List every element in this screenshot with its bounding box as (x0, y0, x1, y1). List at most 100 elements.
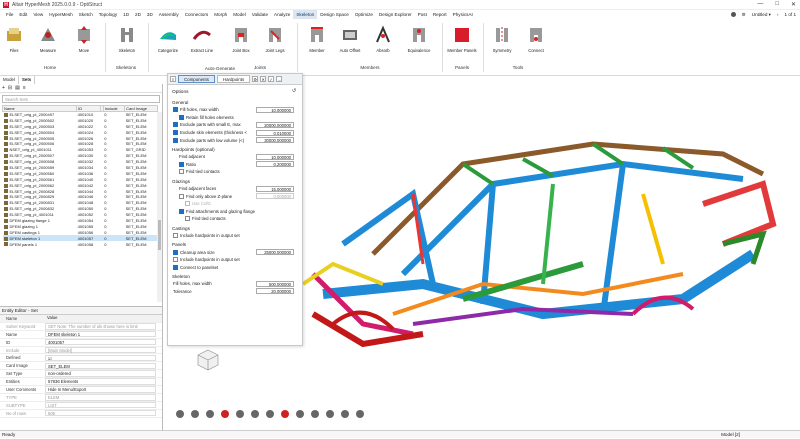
categorize-tool[interactable]: Categorize (154, 25, 182, 53)
auto-offset-tool[interactable]: Auto Offset (336, 25, 364, 53)
section-icon[interactable] (281, 410, 289, 418)
measure-tool[interactable]: Measure (36, 25, 60, 53)
menu-physicsai[interactable]: PhysicsAI (450, 10, 476, 19)
user-icon[interactable] (730, 12, 736, 17)
option-checkbox[interactable] (173, 130, 178, 136)
option-value-field[interactable]: 20.000000 (256, 288, 294, 295)
check-icon[interactable]: ✓ (268, 76, 275, 82)
files-tool[interactable]: Files (4, 25, 24, 53)
close-icon[interactable]: ✕ (260, 76, 267, 82)
editor-value[interactable]: 4001057 (45, 338, 156, 346)
editor-value[interactable]: Hide In Menu/Export (45, 386, 156, 393)
close-button[interactable]: ✕ (791, 1, 796, 8)
tab-hardpoints[interactable]: Hardpoints (216, 75, 251, 83)
reset-icon[interactable]: ↺ (292, 89, 296, 94)
skeleton-tool[interactable]: Skeleton (114, 25, 140, 53)
pan-icon[interactable] (191, 410, 199, 418)
menu-design-explorer[interactable]: Design Explorer (376, 10, 415, 19)
shade-icon[interactable] (236, 410, 244, 418)
option-checkbox[interactable] (173, 257, 178, 263)
option-value-field[interactable]: 30000.000000 (256, 137, 294, 144)
option-checkbox[interactable] (179, 208, 184, 214)
option-checkbox[interactable] (173, 264, 178, 270)
display-icon[interactable] (341, 410, 349, 418)
table-row[interactable]: ELSET_orig_pl_2000831 4001048 0 SET_ELEM (3, 200, 158, 206)
option-checkbox[interactable] (185, 216, 190, 222)
option-checkbox[interactable] (179, 169, 184, 175)
view-cube[interactable] (196, 348, 220, 372)
menu-assembly[interactable]: Assembly (156, 10, 182, 19)
menu-topology[interactable]: Topology (96, 10, 120, 19)
connect-tool[interactable]: Connect (522, 25, 550, 53)
menu-analyze[interactable]: Analyze (271, 10, 293, 19)
option-value-field[interactable]: 10.000000 (256, 106, 294, 113)
filter-icon[interactable]: ⊟ (8, 85, 12, 91)
option-checkbox[interactable] (179, 161, 184, 167)
joint-box-tool[interactable]: Joint Box (228, 25, 254, 53)
table-row[interactable]: ELSET_orig_pl_2000829 4001046 0 SET_ELEM (3, 194, 158, 200)
member-panels-tool[interactable]: Member Panels (445, 25, 479, 53)
table-row[interactable]: ELSET_orig_pl_4001011 4001052 0 SET_ELEM (3, 212, 158, 218)
table-row[interactable]: ELSET_orig_pl_2000507 4001030 0 SET_ELEM (3, 153, 158, 159)
axis-icon[interactable] (296, 410, 304, 418)
gear-icon[interactable]: ⚙ (252, 76, 259, 82)
menu-post[interactable]: Post (415, 10, 430, 19)
session-dropdown[interactable]: Untitled ▾ (752, 12, 771, 18)
table-row[interactable]: ELSET_orig_pl_2000561 4001040 0 SET_ELEM (3, 176, 158, 182)
menu-optimize[interactable]: Optimize (352, 10, 376, 19)
camera-icon[interactable] (326, 410, 334, 418)
menu-hypermesh[interactable]: HyperMesh (46, 10, 76, 19)
editor-value[interactable]: ☑ (45, 354, 156, 362)
option-checkbox[interactable] (173, 249, 178, 255)
menu-icon[interactable]: ≡ (170, 76, 176, 82)
fit-icon[interactable] (221, 410, 229, 418)
rotate-icon[interactable] (176, 410, 184, 418)
table-row[interactable]: ELSET_orig_pl_2000503 4001022 0 SET_ELEM (3, 123, 158, 129)
option-checkbox[interactable] (179, 114, 184, 120)
light-icon[interactable] (311, 410, 319, 418)
table-row[interactable]: ELSET_orig_pl_2000505 4001026 0 SET_ELEM (3, 135, 158, 141)
table-row[interactable]: ELSET_orig_pl_2000560 4001036 0 SET_ELEM (3, 170, 158, 176)
option-checkbox[interactable] (173, 233, 178, 239)
table-row[interactable]: ELSET_orig_pl_2000497 4001010 0 SET_ELEM (3, 112, 158, 118)
menu-3d[interactable]: 3D (144, 10, 156, 19)
minimize-button[interactable]: — (757, 1, 763, 8)
settings-icon[interactable] (356, 410, 364, 418)
table-row[interactable]: ELSET_orig_pl_2000504 4001024 0 SET_ELEM (3, 129, 158, 135)
option-checkbox[interactable] (179, 193, 184, 199)
option-checkbox[interactable] (173, 107, 178, 113)
move-tool[interactable]: Move (72, 25, 96, 53)
menu-view[interactable]: View (30, 10, 46, 19)
menu-2d[interactable]: 2D (132, 10, 144, 19)
menu-skeleton[interactable]: Skeleton (293, 10, 318, 19)
search-input[interactable]: Search Sets (2, 95, 160, 103)
editor-value[interactable]: 57836 Elements (45, 378, 156, 385)
gear-icon[interactable]: ⚙ (742, 12, 746, 18)
editor-value[interactable]: SET_ELEM (45, 362, 156, 370)
table-row[interactable]: ELSET_orig_pl_2000832 4001050 0 SET_ELEM (3, 206, 158, 212)
zoom-icon[interactable] (206, 410, 214, 418)
table-row[interactable]: DFEM skeleton 1 4001057 0 SET_ELEM (2, 235, 158, 242)
clip-icon[interactable] (266, 410, 274, 418)
option-checkbox[interactable] (173, 137, 178, 143)
option-checkbox[interactable] (173, 122, 178, 128)
table-row[interactable]: DFEM panels 1 4001058 0 SET_ELEM (3, 241, 158, 247)
editor-value[interactable]: non-ordered (45, 370, 156, 377)
menu-1d[interactable]: 1D (120, 10, 132, 19)
option-value-field[interactable]: 15.000000 (256, 185, 294, 192)
option-value-field[interactable]: 25000.000000 (256, 249, 294, 256)
absorb-tool[interactable]: Absorb (370, 25, 396, 53)
table-row[interactable]: DFEM glazing flange 1 4001054 0 SET_ELEM (3, 218, 158, 224)
prev-page-icon[interactable]: ‹ (777, 12, 779, 17)
table-row[interactable]: ELSET_orig_pl_2000506 4001028 0 SET_ELEM (3, 141, 158, 147)
tab-sets[interactable]: Sets (18, 76, 36, 84)
table-row[interactable]: ELSET_orig_pl_2000559 4001034 0 SET_ELEM (3, 165, 158, 171)
table-row[interactable]: ELSET_orig_pl_2000508 4001032 0 SET_ELEM (3, 159, 158, 165)
menu-sketch[interactable]: Sketch (76, 10, 96, 19)
menu-morph[interactable]: Morph (211, 10, 230, 19)
add-icon[interactable]: + (2, 85, 5, 91)
apply-icon[interactable]: → (276, 76, 283, 82)
menu-model[interactable]: Model (230, 10, 249, 19)
editor-value[interactable]: DFEM skeleton 1 (45, 330, 156, 338)
sets-scrollbar[interactable] (157, 112, 162, 302)
